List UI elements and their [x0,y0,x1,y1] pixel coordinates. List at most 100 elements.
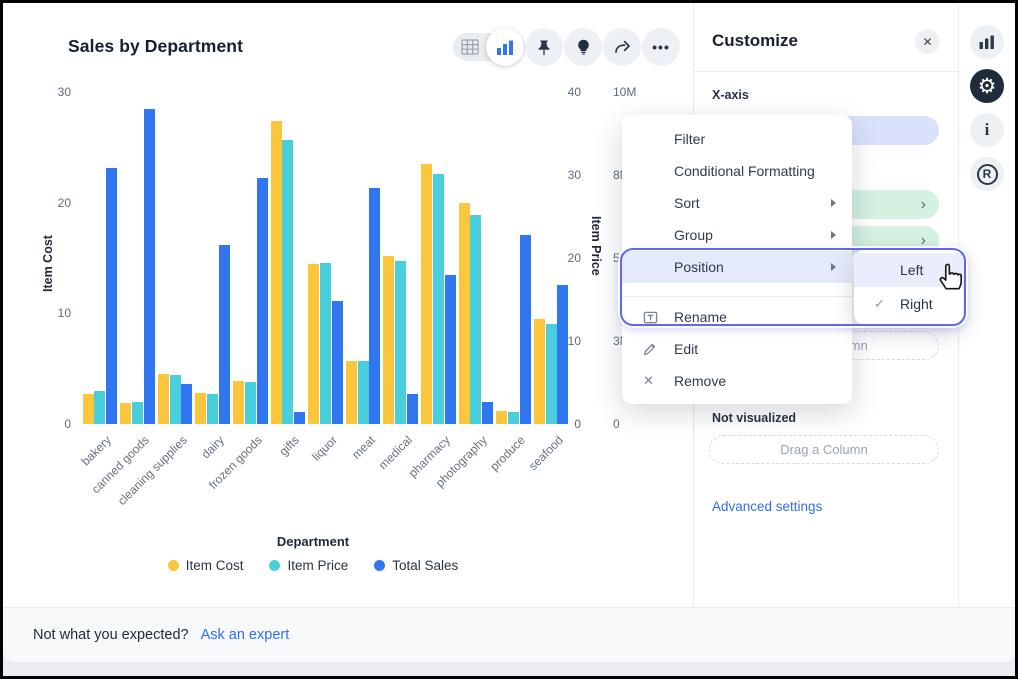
close-icon: ✕ [922,35,932,49]
menu-item-label: Filter [674,131,705,147]
legend-item[interactable]: Item Price [269,558,348,573]
category-label: gifts [277,433,302,458]
legend-item[interactable]: Total Sales [374,558,458,573]
remove-icon: ✕ [643,373,674,389]
chevron-right-icon[interactable]: › [921,233,926,249]
menu-item-remove[interactable]: ✕Remove [622,365,852,397]
bar-group-frozen-goods[interactable] [231,92,269,424]
bar[interactable] [557,285,568,424]
bar[interactable] [106,168,117,424]
bar[interactable] [482,402,493,424]
bar[interactable] [94,391,105,424]
bar[interactable] [132,402,143,424]
bar[interactable] [181,384,192,424]
bar[interactable] [546,324,557,424]
bar[interactable] [421,164,432,424]
main-card: Sales by Department ••• [3,3,1015,662]
bar[interactable] [508,412,519,424]
submenu-item-right[interactable]: ✓Right [854,287,963,321]
chart-config-button[interactable] [970,25,1004,59]
tick-left: 0 [64,417,71,431]
submenu-item-label: Right [900,296,933,312]
bar-group-photography[interactable] [457,92,495,424]
bar-group-liquor[interactable] [307,92,345,424]
panel-close-button[interactable]: ✕ [915,29,940,54]
chart-legend: Item Cost Item Price Total Sales [3,558,623,573]
bar[interactable] [308,264,319,425]
submenu-item-left[interactable]: Left [854,253,963,287]
bar[interactable] [395,261,406,424]
info-button[interactable]: i [970,113,1004,147]
bar[interactable] [282,140,293,424]
legend-label: Item Cost [186,558,244,573]
bar[interactable] [433,174,444,424]
bar[interactable] [470,215,481,424]
category-label: produce [487,433,528,474]
bar[interactable] [534,319,545,424]
bar[interactable] [407,394,418,424]
bar-group-canned-goods[interactable] [119,92,157,424]
bar-group-pharmacy[interactable] [419,92,457,424]
menu-item-conditional-formatting[interactable]: Conditional Formatting [622,155,852,187]
menu-item-edit[interactable]: Edit [622,333,852,365]
bar[interactable] [233,381,244,424]
bar[interactable] [207,394,218,424]
legend-item[interactable]: Item Cost [168,558,244,573]
menu-divider [622,296,852,297]
category-label: cleaning supplies [114,433,189,508]
r-logo-icon: R [977,164,998,185]
menu-item-filter[interactable]: Filter [622,123,852,155]
bar-group-medical[interactable] [382,92,420,424]
bar-group-gifts[interactable] [269,92,307,424]
bar-group-meat[interactable] [344,92,382,424]
bar-group-dairy[interactable] [194,92,232,424]
bar[interactable] [320,263,331,424]
bar[interactable] [271,121,282,424]
bar[interactable] [83,394,94,424]
bar[interactable] [195,393,206,424]
tick-price: 40 [568,85,581,99]
bar[interactable] [445,275,456,424]
bar[interactable] [383,256,394,424]
settings-button-active[interactable]: ⚙ [970,69,1004,103]
menu-item-rename[interactable]: Rename [622,301,852,333]
y-axis-title-left: Item Cost [41,235,55,292]
menu-item-group[interactable]: Group [622,219,852,251]
r-analysis-button[interactable]: R [970,157,1004,191]
bar[interactable] [346,361,357,424]
legend-dot-icon [168,560,179,571]
bar-group-bakery[interactable] [81,92,119,424]
bar[interactable] [294,412,305,424]
menu-item-label: Conditional Formatting [674,163,815,179]
menu-item-label: Group [674,227,713,243]
menu-item-sort[interactable]: Sort [622,187,852,219]
bar-group-cleaning-supplies[interactable] [156,92,194,424]
bar[interactable] [358,361,369,424]
column-context-menu: Filter Conditional Formatting Sort Group Pos… [622,115,852,404]
submenu-arrow-icon [831,199,836,207]
drag-column-dropzone-2[interactable]: Drag a Column [709,435,939,464]
bar[interactable] [257,178,268,424]
bar[interactable] [219,245,230,424]
menu-item-label: Sort [674,195,700,211]
bar[interactable] [170,375,181,424]
advanced-settings-link[interactable]: Advanced settings [712,499,822,514]
tick-price: 10 [568,334,581,348]
bar[interactable] [332,301,343,424]
menu-item-label: Edit [674,341,698,357]
bar[interactable] [369,188,380,424]
bar[interactable] [496,411,507,424]
bar[interactable] [158,374,169,424]
chevron-right-icon[interactable]: › [921,197,926,213]
menu-item-label: Position [674,259,724,275]
bar-group-seafood[interactable] [532,92,570,424]
menu-item-position[interactable]: Position [622,251,852,283]
bar[interactable] [120,403,131,424]
tick-price: 30 [568,168,581,182]
bar[interactable] [520,235,531,424]
bar[interactable] [144,109,155,424]
bar[interactable] [459,203,470,424]
bar-group-produce[interactable] [495,92,533,424]
ask-expert-link[interactable]: Ask an expert [201,627,290,643]
bar[interactable] [245,382,256,424]
